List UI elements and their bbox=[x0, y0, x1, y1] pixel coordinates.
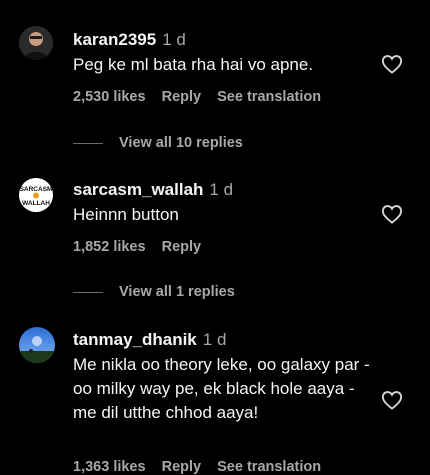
comment-username[interactable]: sarcasm_wallah bbox=[73, 180, 203, 199]
heart-outline-icon[interactable] bbox=[381, 204, 403, 224]
heart-outline-icon[interactable] bbox=[381, 54, 403, 74]
likes-count[interactable]: 1,852 likes bbox=[73, 239, 146, 255]
comment-text: Peg ke ml bata rha hai vo apne. bbox=[73, 55, 314, 74]
view-replies-button[interactable]: View all 10 replies bbox=[73, 135, 243, 151]
comment-content: sarcasm_wallah 1 d Heinnn button bbox=[73, 179, 370, 227]
comment-time: 1 d bbox=[202, 330, 227, 349]
avatar-logo-text-top: SARCASM bbox=[20, 186, 53, 193]
likes-count[interactable]: 1,363 likes bbox=[73, 459, 146, 475]
comment-content: tanmay_dhanik 1 d Me nikla oo theory leke… bbox=[73, 329, 370, 425]
replies-divider-line bbox=[73, 291, 103, 293]
see-translation-button[interactable]: See translation bbox=[217, 459, 321, 475]
view-replies-label: View all 10 replies bbox=[119, 135, 243, 151]
comment-text: Heinnn button bbox=[73, 205, 179, 224]
replies-divider-line bbox=[73, 142, 103, 144]
see-translation-button[interactable]: See translation bbox=[217, 89, 321, 105]
comment-username[interactable]: karan2395 bbox=[73, 30, 156, 49]
comment-text: Me nikla oo theory leke, oo galaxy par -… bbox=[73, 355, 370, 422]
comment-username[interactable]: tanmay_dhanik bbox=[73, 330, 197, 349]
comment-meta: 2,530 likes Reply See translation bbox=[73, 89, 333, 105]
heart-outline-icon[interactable] bbox=[381, 390, 403, 410]
avatar-photo bbox=[19, 26, 53, 60]
reply-button[interactable]: Reply bbox=[162, 89, 202, 105]
view-replies-label: View all 1 replies bbox=[119, 284, 235, 300]
reply-button[interactable]: Reply bbox=[162, 239, 202, 255]
comment-time: 1 d bbox=[209, 180, 234, 199]
comment-meta: 1,852 likes Reply bbox=[73, 239, 213, 255]
avatar-photo bbox=[19, 327, 55, 363]
likes-count[interactable]: 2,530 likes bbox=[73, 89, 146, 105]
view-replies-button[interactable]: View all 1 replies bbox=[73, 284, 235, 300]
avatar[interactable] bbox=[19, 327, 55, 363]
avatar-logo: SARCASM WALLAH bbox=[19, 178, 53, 212]
comment-meta: 1,363 likes Reply See translation bbox=[73, 459, 333, 475]
avatar-logo-text-bottom: WALLAH bbox=[22, 200, 50, 207]
comment-time: 1 d bbox=[162, 30, 186, 49]
avatar[interactable]: SARCASM WALLAH bbox=[19, 178, 53, 212]
avatar[interactable] bbox=[19, 26, 53, 60]
comment-content: karan2395 1 d Peg ke ml bata rha hai vo a… bbox=[73, 29, 370, 77]
reply-button[interactable]: Reply bbox=[162, 459, 202, 475]
